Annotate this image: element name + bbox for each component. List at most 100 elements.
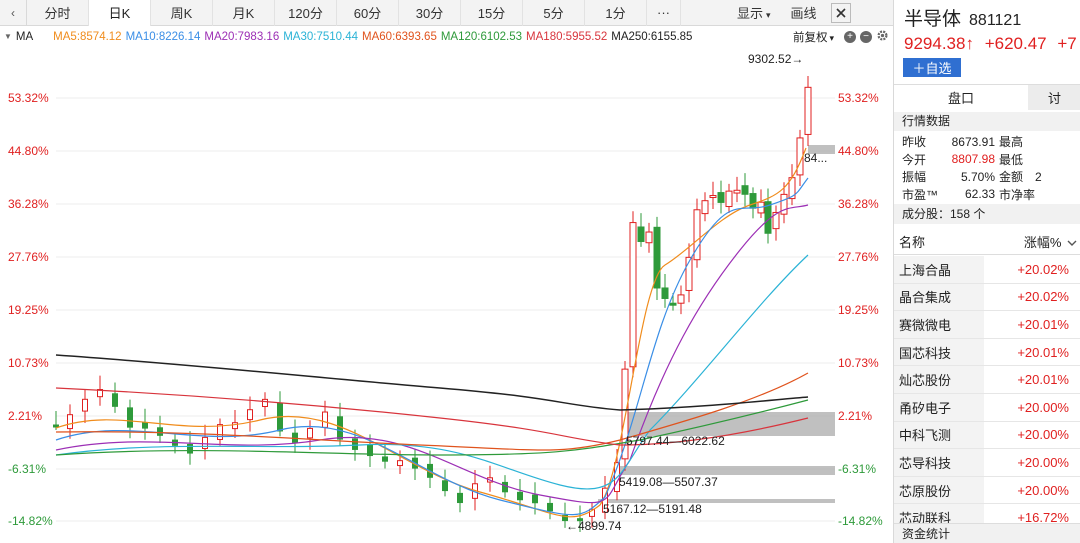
list-item[interactable]: 芯导科技 +20.00%: [894, 449, 1080, 477]
quote-section-title: 行情数据: [894, 112, 1080, 131]
period-tab[interactable]: 15分: [461, 0, 523, 26]
period-tab[interactable]: 120分: [275, 0, 337, 26]
ma-value: MA30:7510.44: [283, 30, 359, 43]
list-item[interactable]: 国芯科技 +20.01%: [894, 338, 1080, 367]
chart-annotation: 9302.52→: [748, 52, 804, 66]
quote-row: 今开 8807.98 最低: [902, 151, 1080, 169]
y-tick-label-left: 36.28%: [8, 197, 49, 211]
list-item[interactable]: 赛微微电 +20.01%: [894, 311, 1080, 339]
y-tick-label-right: 44.80%: [838, 144, 879, 158]
y-tick-label-right: 53.32%: [838, 91, 879, 105]
more-periods-button[interactable]: ···: [647, 0, 681, 26]
period-tab[interactable]: 分时: [27, 0, 89, 26]
candle-up: [232, 422, 238, 430]
period-tab[interactable]: 日K: [89, 0, 151, 26]
y-tick-label-left: 10.73%: [8, 356, 49, 370]
candle-up: [247, 409, 253, 421]
column-name[interactable]: 名称: [894, 232, 984, 251]
quote-data: 昨收 8673.91 最高 今开 8807.98 最低 振幅 5.70% 金额 2 市盈™ 62.33…: [902, 133, 1080, 203]
tab-order-book[interactable]: 盘口: [894, 85, 1028, 110]
tab-discussion[interactable]: 讨: [1028, 85, 1080, 110]
period-tab[interactable]: 1分: [585, 0, 647, 26]
list-item[interactable]: 上海合晶 +20.02%: [894, 256, 1080, 284]
stock-price: 9294.38↑: [904, 34, 974, 53]
candle-down: [352, 438, 358, 450]
plus-icon[interactable]: +: [844, 30, 856, 43]
quote-value: 8807.98: [951, 152, 995, 167]
component-change: +20.02%: [1017, 289, 1069, 305]
list-item[interactable]: 芯原股份 +20.00%: [894, 476, 1080, 505]
period-toolbar: ‹ 分时 日K 周K 月K 120分 60分 30分 15分 5分 1分 ··· 显示 ▾ 画线: [0, 0, 893, 26]
candle-down: [717, 192, 725, 203]
adjust-controls: 前复权 ▾ + −: [792, 27, 893, 46]
candle-down: [142, 421, 148, 429]
chart-annotation: 5167.12—5191.48: [603, 502, 702, 516]
quote-value: 5.70%: [960, 169, 995, 184]
add-watchlist-button[interactable]: ＋自选: [903, 58, 961, 77]
quote-row: 昨收 8673.91 最高: [902, 133, 1080, 151]
component-change: +20.00%: [1017, 399, 1069, 415]
gear-icon[interactable]: [876, 29, 889, 45]
component-change: +20.01%: [1017, 344, 1069, 360]
component-change: +20.00%: [1017, 482, 1069, 498]
period-tab[interactable]: 周K: [151, 0, 213, 26]
ma-dropdown-caret-icon[interactable]: ▼: [4, 32, 12, 41]
y-tick-label-right: -6.31%: [838, 462, 877, 476]
period-tab[interactable]: 5分: [523, 0, 585, 26]
candle-up: [217, 424, 223, 440]
quote-value: 62.33: [964, 187, 995, 202]
list-item[interactable]: 晶合集成 +20.02%: [894, 283, 1080, 312]
y-tick-label-right: 10.73%: [838, 356, 879, 370]
adjust-mode-button[interactable]: 前复权 ▾: [793, 29, 834, 45]
period-tab[interactable]: 30分: [399, 0, 461, 26]
ma-values: MA5:8574.12 MA10:8226.14 MA20:7983.16 MA30:…: [53, 31, 696, 43]
candle-up: [307, 427, 313, 439]
minus-icon[interactable]: −: [860, 30, 872, 43]
list-item[interactable]: 灿芯股份 +20.01%: [894, 366, 1080, 394]
list-item[interactable]: 甬矽电子 +20.00%: [894, 393, 1080, 422]
y-tick-label-left: 53.32%: [8, 91, 49, 105]
candle-down: [741, 185, 749, 195]
toolbar-right: 显示 ▾ 画线: [689, 0, 851, 26]
component-name: 赛微微电: [894, 311, 984, 338]
candle-down: [127, 407, 133, 428]
component-name: 芯导科技: [894, 449, 984, 476]
ma-indicator-label[interactable]: MA: [16, 31, 33, 43]
components-list-header: 名称 涨幅%: [894, 228, 1080, 255]
fund-stats-title[interactable]: 资金统计: [894, 523, 1080, 543]
quote-key: 昨收: [902, 135, 927, 150]
stock-header: 半导体 881121 9294.38↑ +620.47 +7: [894, 0, 1080, 58]
close-icon[interactable]: [830, 2, 851, 23]
candle-up: [82, 398, 88, 412]
candle-down: [157, 427, 163, 436]
candle-down: [53, 424, 59, 428]
candle-down: [653, 226, 661, 289]
draw-line-button[interactable]: 画线: [791, 3, 817, 22]
kline-svg[interactable]: [0, 46, 893, 543]
y-tick-label-right: 2.21%: [838, 409, 873, 423]
chevron-down-icon: ▾: [766, 10, 771, 20]
component-change: +20.00%: [1017, 454, 1069, 470]
period-tab[interactable]: 60分: [337, 0, 399, 26]
ma-value: MA250:6155.85: [611, 30, 693, 43]
component-name: 甬矽电子: [894, 393, 984, 421]
candle-down: [517, 491, 523, 501]
ma-value: MA120:6102.53: [440, 30, 523, 43]
candle-down: [112, 393, 118, 407]
toolbar-left-button[interactable]: ‹: [0, 0, 27, 26]
list-item[interactable]: 中科飞测 +20.00%: [894, 421, 1080, 450]
stock-change: +620.47: [984, 34, 1047, 53]
kline-chart[interactable]: 53.32% 44.80% 36.28% 27.76% 19.25% 10.73% 2.21…: [0, 46, 893, 543]
column-change-pct[interactable]: 涨幅%: [984, 232, 1080, 251]
candle-down: [457, 492, 463, 504]
candle-up: [804, 86, 812, 135]
period-tab[interactable]: 月K: [213, 0, 275, 26]
display-menu-button[interactable]: 显示 ▾: [737, 3, 771, 22]
y-tick-label-right: 19.25%: [838, 303, 879, 317]
components-title: 成分股：158 个: [894, 204, 1080, 224]
quote-key: 今开: [902, 152, 927, 167]
candle-down: [187, 443, 193, 454]
candle-up: [322, 411, 328, 428]
gap-zone: [623, 412, 835, 436]
stock-price-line: 9294.38↑ +620.47 +7: [904, 34, 1080, 54]
